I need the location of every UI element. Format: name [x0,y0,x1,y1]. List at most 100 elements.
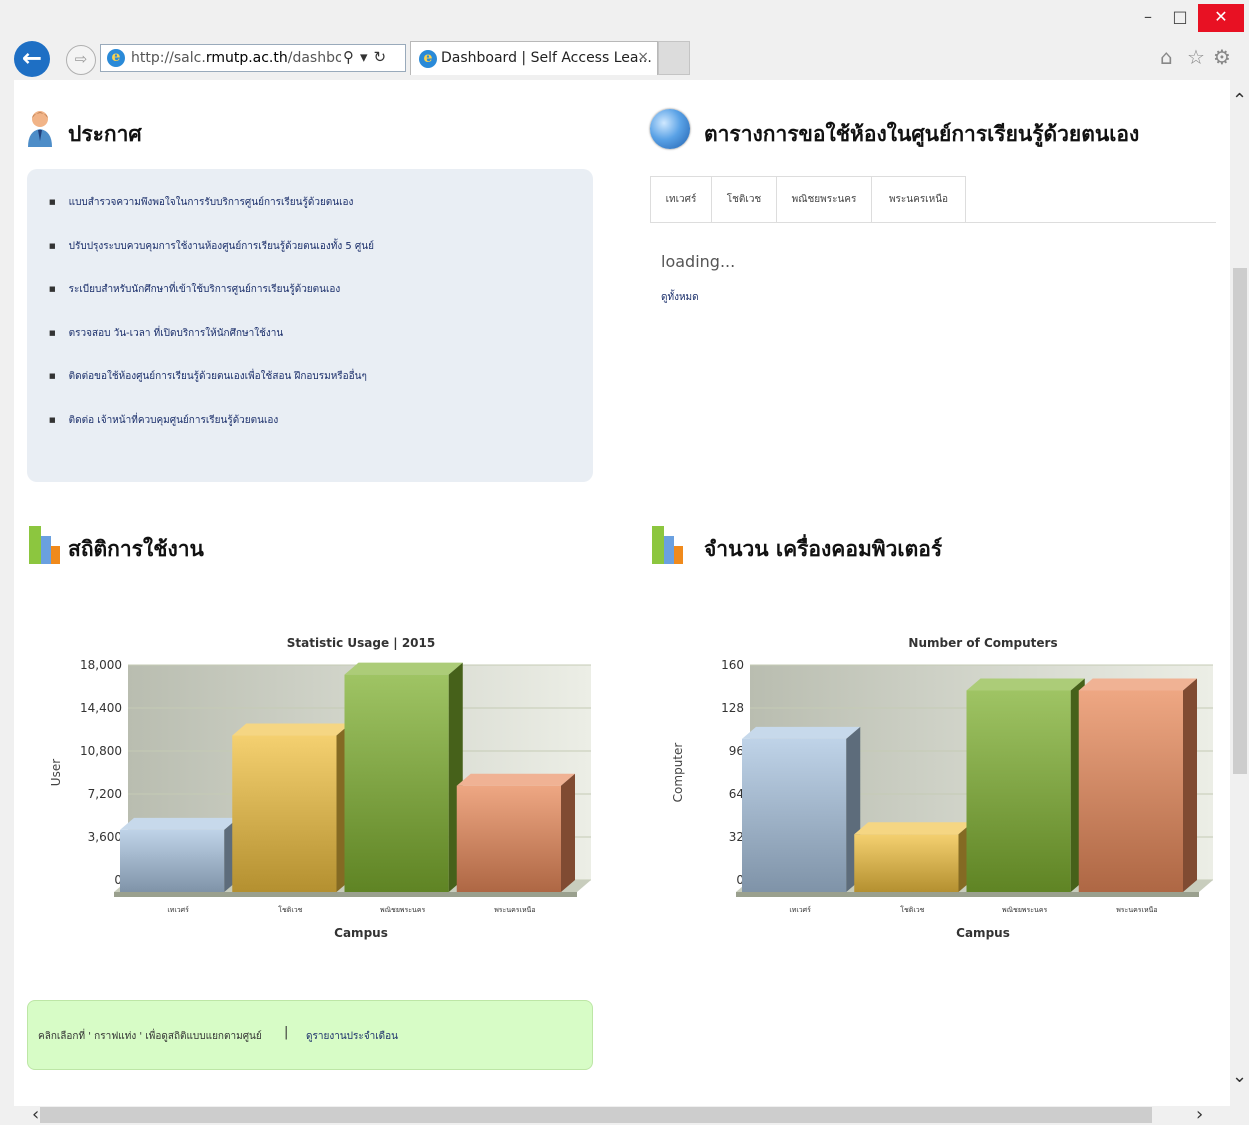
loading-text: loading... [661,252,736,271]
bar[interactable] [854,834,959,892]
bar[interactable] [966,690,1071,892]
tab-phanitchayaphranakhon[interactable]: พณิชยพระนคร [776,176,872,222]
y-tick-label: 128 [721,701,744,715]
y-tick-label: 18,000 [80,658,122,672]
bar-top [232,723,351,736]
bar[interactable] [232,735,337,892]
url-text[interactable]: http://salc.rmutp.ac.th/dashbo: [131,50,341,66]
bar-top [120,817,239,830]
vertical-scroll-thumb[interactable] [1233,268,1247,774]
announcement-item[interactable]: ระเบียบสำหรับนักศึกษาที่เข้าใช้บริการศูน… [49,276,374,320]
y-tick-label: 64 [729,787,744,801]
tab-phranakhonnuea[interactable]: พระนครเหนือ [871,176,966,222]
computers-title: จำนวน เครื่องคอมพิวเตอร์ [704,537,943,561]
bar-top [344,662,463,675]
usage-chart[interactable]: 0 3,600 7,200 10,800 14,400 18,000 เทเวศร์ โชติ… [28,615,592,959]
x-tick-label: โชติเวช [278,905,302,914]
bar[interactable] [120,829,225,892]
chart-floor-edge [114,892,577,897]
campus-tabs: เทเวศร์ โชติเวช พณิชยพระนคร พระนครเหนือ [650,176,1216,223]
y-tick-label: 160 [721,658,744,672]
chart-title: Number of Computers [908,636,1057,650]
bar-top [854,822,973,835]
schedule-title: ตารางการขอใช้ห้องในศูนย์การเรียนรู้ด้วยต… [704,122,1140,146]
y-tick-label: 96 [729,744,744,758]
back-arrow-icon[interactable]: ← [14,41,50,77]
favorites-star-icon[interactable]: ☆ [1187,45,1205,69]
bar-side [1183,678,1197,892]
announcement-list: แบบสำรวจความพึงพอใจในการรับบริการศูนย์กา… [49,189,374,450]
home-icon[interactable]: ⌂ [1160,45,1173,69]
y-axis-label: Computer [671,743,685,803]
tab-title: Dashboard | Self Access Lea... [441,50,652,66]
bar-side [561,773,575,892]
x-axis-label: Campus [956,926,1010,940]
tab-close-icon[interactable]: × [637,49,649,65]
announcement-item[interactable]: ติดต่อขอใช้ห้องศูนย์การเรียนรู้ด้วยตนเอง… [49,363,374,407]
x-tick-label: โชติเวช [900,905,924,914]
announcement-panel: แบบสำรวจความพึงพอใจในการรับบริการศูนย์กา… [27,169,593,482]
close-window-button[interactable]: ✕ [1198,4,1244,32]
x-tick-label: เทเวศร์ [167,906,189,914]
maximize-button[interactable]: □ [1163,4,1197,32]
x-tick-label: พระนครเหนือ [494,906,535,914]
address-bar[interactable]: e http://salc.rmutp.ac.th/dashbo: ⚲▾↻ [100,44,406,72]
announcement-title: ประกาศ [68,122,142,146]
monthly-report-link[interactable]: ดูรายงานประจำเดือน [306,1029,398,1044]
bar-top [742,726,861,739]
scroll-down-icon[interactable]: ⌄ [1232,1066,1247,1087]
y-tick-label: 7,200 [88,787,122,801]
y-tick-label: 10,800 [80,744,122,758]
tab-thewet[interactable]: เทเวศร์ [650,176,712,222]
tab-dashboard[interactable]: e Dashboard | Self Access Lea... × [410,41,658,75]
x-tick-label: พณิชยพระนคร [380,906,426,914]
announcement-item[interactable]: แบบสำรวจความพึงพอใจในการรับบริการศูนย์กา… [49,189,374,233]
notice-text: คลิกเลือกที่ ' กราฟแท่ง ' เพื่อดูสถิติแบ… [38,1031,262,1042]
announcement-item[interactable]: ตรวจสอบ วัน-เวลา ที่เปิดบริการให้นักศึกษ… [49,320,374,364]
new-tab-button[interactable] [658,41,690,75]
bar[interactable] [1078,690,1183,892]
x-axis-label: Campus [334,926,388,940]
ie-logo-icon: e [419,50,437,68]
computers-chart[interactable]: 0 32 64 96 128 160 เทเวศร์ โชติเวช พณิชยพระนคร พร… [650,615,1214,959]
horizontal-scroll-thumb[interactable] [40,1107,1152,1123]
bar-chart-icon [29,526,60,564]
address-tools: ⚲▾↻ [343,48,392,66]
settings-gear-icon[interactable]: ⚙ [1213,45,1231,69]
tab-chotiwet[interactable]: โชติเวช [711,176,777,222]
view-all-link[interactable]: ดูทั้งหมด [661,290,699,305]
bar-top [1078,678,1197,691]
scroll-right-icon[interactable]: › [1196,1104,1203,1125]
announcement-item[interactable]: ปรับปรุงระบบควบคุมการใช้งานห้องศูนย์การเ… [49,233,374,277]
y-tick-label: 32 [729,830,744,844]
forward-arrow-icon[interactable]: ⇨ [66,45,96,75]
y-tick-label: 14,400 [80,701,122,715]
ie-logo-icon: e [107,49,125,67]
computers-chart-svg[interactable]: 0326496128160เทเวศร์ โชติเวช พณิชยพระนคร พร… [650,615,1214,959]
announcement-item[interactable]: ติดต่อ เจ้าหน้าที่ควบคุมศูนย์การเรียนรู้… [49,407,374,451]
notice-separator: | [284,1025,289,1040]
title-bar: – □ ✕ [0,0,1249,36]
y-tick-label: 3,600 [88,830,122,844]
chart-floor-edge [736,892,1199,897]
bar[interactable] [456,785,561,892]
refresh-icon[interactable]: ↻ [374,48,393,66]
notice-box: คลิกเลือกที่ ' กราฟแท่ง ' เพื่อดูสถิติแบ… [27,1000,593,1070]
scroll-left-icon[interactable]: ‹ [32,1104,39,1125]
bar[interactable] [344,674,449,892]
bar[interactable] [742,738,847,892]
bar-chart-icon [652,526,683,564]
bar-top [966,678,1085,691]
search-icon[interactable]: ⚲ [343,48,360,66]
minimize-button[interactable]: – [1131,4,1165,32]
x-tick-label: เทเวศร์ [789,906,811,914]
person-icon [28,111,52,147]
dropdown-icon[interactable]: ▾ [360,48,374,66]
scroll-up-icon[interactable]: ⌃ [1232,90,1247,111]
x-tick-label: พระนครเหนือ [1116,906,1157,914]
globe-icon [650,109,690,149]
usage-chart-svg[interactable]: 03,6007,20010,80014,40018,000เทเวศร์ โชติ… [28,615,592,959]
chart-title: Statistic Usage | 2015 [287,636,435,650]
x-tick-label: พณิชยพระนคร [1002,906,1048,914]
y-axis-label: User [49,759,63,786]
